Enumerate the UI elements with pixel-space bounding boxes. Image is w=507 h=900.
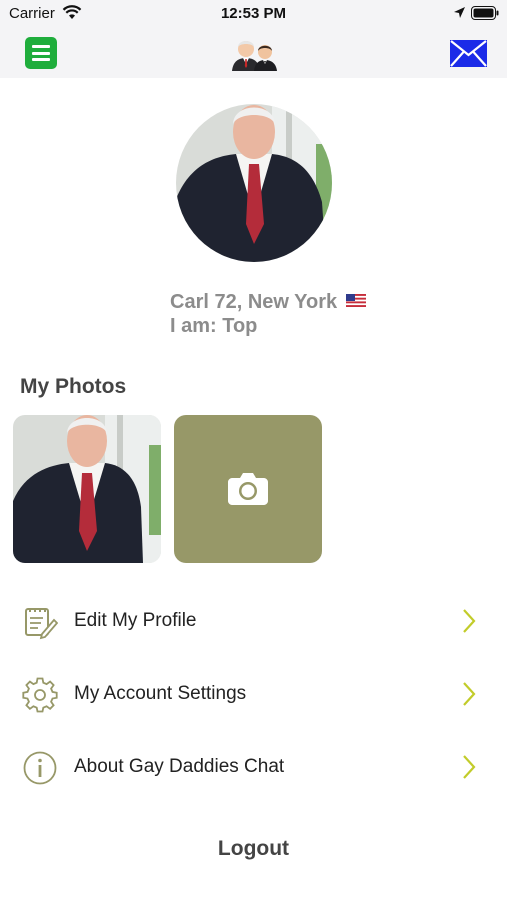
us-flag-icon bbox=[345, 290, 366, 313]
profile-name-text: Carl 72, New York bbox=[170, 291, 338, 313]
menu-row-about[interactable]: About Gay Daddies Chat bbox=[0, 742, 507, 792]
envelope-icon[interactable] bbox=[450, 40, 487, 72]
profile-photo-thumbnail[interactable] bbox=[13, 415, 161, 563]
status-bar: Carrier 12:53 PM bbox=[0, 0, 507, 28]
my-photos-heading: My Photos bbox=[20, 375, 127, 398]
gear-icon bbox=[22, 677, 58, 713]
location-arrow-icon bbox=[453, 6, 466, 24]
menu-label-edit-profile: Edit My Profile bbox=[74, 610, 197, 631]
battery-icon bbox=[471, 6, 499, 25]
camera-icon bbox=[228, 471, 268, 510]
profile-role-text: I am: Top bbox=[170, 315, 258, 337]
menu-row-account-settings[interactable]: My Account Settings bbox=[0, 669, 507, 719]
menu-label-about: About Gay Daddies Chat bbox=[74, 756, 285, 777]
chevron-right-icon bbox=[461, 608, 477, 639]
info-icon bbox=[22, 750, 58, 786]
profile-name-line: Carl 72, New York bbox=[170, 290, 366, 314]
chevron-right-icon bbox=[461, 681, 477, 712]
notepad-edit-icon bbox=[22, 604, 59, 640]
menu-label-account-settings: My Account Settings bbox=[74, 683, 247, 704]
add-photo-button[interactable] bbox=[174, 415, 322, 563]
chevron-right-icon bbox=[461, 754, 477, 785]
clock-time: 12:53 PM bbox=[220, 5, 287, 22]
two-men-logo-icon bbox=[230, 33, 278, 76]
hamburger-menu-icon[interactable] bbox=[25, 37, 57, 69]
nav-bar bbox=[0, 28, 507, 78]
profile-avatar[interactable] bbox=[176, 104, 332, 262]
menu-row-edit-profile[interactable]: Edit My Profile bbox=[0, 596, 507, 646]
logout-button[interactable]: Logout bbox=[0, 837, 507, 861]
